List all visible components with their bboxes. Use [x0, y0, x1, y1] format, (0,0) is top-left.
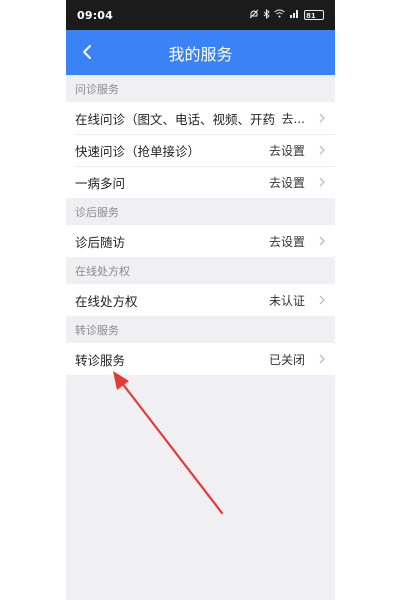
row-label: 诊后随访 [75, 234, 126, 250]
wifi-icon [274, 9, 285, 21]
status-time: 09:04 [77, 8, 114, 22]
row-follow-up[interactable]: 诊后随访 去设置 [66, 225, 335, 257]
chevron-right-icon [311, 354, 325, 364]
row-referral-service[interactable]: 转诊服务 已关闭 [66, 343, 335, 375]
row-label: 在线处方权 [75, 293, 138, 309]
signal-icon [289, 9, 300, 21]
row-value: 已关闭 [268, 352, 305, 367]
row-label: 一病多问 [75, 175, 126, 191]
row-multi-question[interactable]: 一病多问 去设置 [66, 166, 335, 198]
phone-screen: 09:04 81 我的服务 问诊服务 在线问诊（图文、电话、视频、开药） 去..… [66, 0, 335, 600]
mute-icon [249, 9, 259, 22]
row-value: 去设置 [268, 143, 305, 158]
row-quick-consultation[interactable]: 快速问诊（抢单接诊） 去设置 [66, 134, 335, 166]
row-online-consultation[interactable]: 在线问诊（图文、电话、视频、开药） 去... [66, 102, 335, 134]
chevron-left-icon [83, 45, 91, 59]
row-value: 去... [281, 111, 305, 126]
row-label: 在线问诊（图文、电话、视频、开药） [75, 111, 276, 127]
row-label: 快速问诊（抢单接诊） [75, 143, 201, 159]
row-value: 去设置 [268, 175, 305, 190]
section-header-post-diagnosis: 诊后服务 [75, 205, 119, 219]
chevron-right-icon [311, 113, 325, 123]
chevron-right-icon [311, 236, 325, 246]
back-button[interactable] [76, 39, 98, 65]
page-title: 我的服务 [168, 44, 233, 64]
battery-icon: 81 [304, 10, 324, 20]
chevron-right-icon [311, 177, 325, 187]
chevron-right-icon [311, 145, 325, 155]
service-list: 问诊服务 在线问诊（图文、电话、视频、开药） 去... 快速问诊（抢单接诊） 去… [66, 75, 335, 375]
bluetooth-icon [263, 8, 270, 22]
row-value: 未认证 [268, 293, 305, 308]
section-header-consultation: 问诊服务 [75, 82, 119, 96]
section-header-prescription: 在线处方权 [75, 264, 130, 278]
section-header-referral: 转诊服务 [75, 323, 119, 337]
row-prescription-right[interactable]: 在线处方权 未认证 [66, 284, 335, 316]
row-label: 转诊服务 [75, 352, 126, 368]
chevron-right-icon [311, 295, 325, 305]
status-bar: 09:04 81 [66, 0, 335, 30]
status-icons: 81 [249, 8, 324, 22]
nav-bar: 我的服务 [66, 30, 335, 75]
row-value: 去设置 [268, 234, 305, 249]
